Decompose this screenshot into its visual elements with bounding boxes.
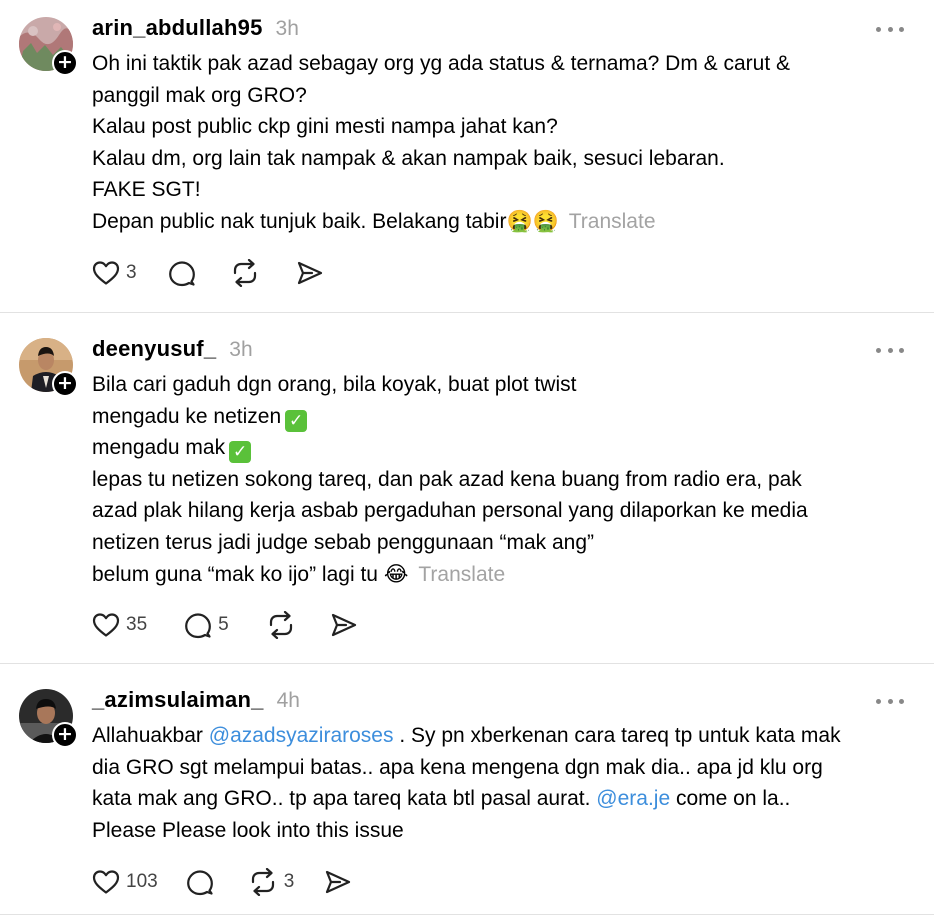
post-time: 3h xyxy=(229,338,253,361)
repost-button[interactable] xyxy=(230,258,260,288)
post-line-text: kata mak ang GRO.. tp apa tareq kata btl… xyxy=(92,787,597,811)
translate-link[interactable]: Translate xyxy=(418,563,505,586)
more-icon[interactable] xyxy=(876,345,904,355)
mention-link[interactable]: @era.je xyxy=(596,787,670,810)
post-line: lepas tu netizen sokong tareq, dan pak a… xyxy=(92,467,802,491)
like-button[interactable]: 3 xyxy=(92,258,137,288)
comment-icon xyxy=(168,261,195,287)
heart-icon xyxy=(92,613,120,637)
vomit-emoji: 🤮🤮 xyxy=(506,208,559,233)
repost-icon xyxy=(251,868,274,896)
action-bar: 35 5 xyxy=(92,610,358,640)
comment-icon xyxy=(186,870,213,896)
like-count: 103 xyxy=(126,871,158,892)
repost-button[interactable] xyxy=(266,610,296,640)
post-header: _azimsulaiman_ 4h xyxy=(92,687,300,713)
post-line: Kalau dm, org lain tak nampak & akan nam… xyxy=(92,146,725,170)
like-button[interactable]: 35 xyxy=(92,610,147,640)
post-line-text: . Sy pn xberkenan cara tareq tp untuk ka… xyxy=(393,724,841,747)
post-line-text: mengadu mak xyxy=(92,436,226,460)
post-line-last: belum guna “mak ko ijo” lagi tu 😂 Transla… xyxy=(92,559,914,591)
laughing-emoji: 😂 xyxy=(383,561,409,586)
like-button[interactable]: 103 xyxy=(92,867,158,897)
avatar[interactable]: + xyxy=(19,17,78,76)
post-line: belum guna “mak ko ijo” lagi tu xyxy=(92,562,378,586)
avatar[interactable]: + xyxy=(19,338,78,397)
check-mark-emoji: ✓ xyxy=(229,441,252,464)
action-bar: 3 xyxy=(92,258,324,288)
post: + arin_abdullah95 3h Oh ini taktik pak a… xyxy=(0,0,934,313)
avatar[interactable]: + xyxy=(19,689,78,748)
mention-link[interactable]: @azadsyaziraroses xyxy=(209,724,394,747)
username[interactable]: deenyusuf_ xyxy=(92,336,216,362)
post-line: Oh ini taktik pak azad sebagay org yg ad… xyxy=(92,52,791,75)
follow-plus-icon[interactable]: + xyxy=(52,722,78,748)
heart-icon xyxy=(92,870,120,894)
post-line: mengadu ke netizen ✓ xyxy=(92,401,914,433)
post-line: mengadu mak ✓ xyxy=(92,432,914,464)
post-text: Allahuakbar @azadsyaziraroses . Sy pn xb… xyxy=(92,720,914,846)
share-icon xyxy=(326,870,351,894)
repost-icon xyxy=(233,259,256,287)
post-line: Depan public nak tunjuk baik. Belakang t… xyxy=(92,209,507,233)
reply-button[interactable]: 5 xyxy=(184,610,229,640)
username[interactable]: arin_abdullah95 xyxy=(92,15,263,41)
post-time: 3h xyxy=(275,17,299,40)
repost-icon xyxy=(269,611,292,639)
action-bar: 103 3 xyxy=(92,867,352,897)
more-icon[interactable] xyxy=(876,696,904,706)
comment-icon xyxy=(185,613,212,639)
post-time: 4h xyxy=(276,689,300,712)
share-button[interactable] xyxy=(324,867,352,897)
share-button[interactable] xyxy=(296,258,324,288)
heart-icon xyxy=(92,261,120,285)
post-line-text: come on la.. xyxy=(670,787,791,811)
post-line-text: Allahuakbar xyxy=(92,724,209,747)
post-line: dia GRO sgt melampui batas.. apa kena me… xyxy=(92,755,823,779)
post-text: Bila cari gaduh dgn orang, bila koyak, b… xyxy=(92,369,914,590)
like-count: 3 xyxy=(126,262,137,283)
post-line: azad plak hilang kerja asbab pergaduhan … xyxy=(92,499,808,523)
post-line: Please Please look into this issue xyxy=(92,818,404,842)
post-line: kata mak ang GRO.. tp apa tareq kata btl… xyxy=(92,783,914,815)
share-button[interactable] xyxy=(330,610,358,640)
post-header: deenyusuf_ 3h xyxy=(92,336,253,362)
like-count: 35 xyxy=(126,614,148,635)
repost-count: 3 xyxy=(283,871,295,892)
share-icon xyxy=(331,613,356,637)
reply-count: 5 xyxy=(218,614,229,635)
post-line: netizen terus jadi judge sebab penggunaa… xyxy=(92,530,595,554)
post-line-text: mengadu ke netizen xyxy=(92,404,282,428)
check-mark-emoji: ✓ xyxy=(285,409,308,432)
post: + deenyusuf_ 3h Bila cari gaduh dgn oran… xyxy=(0,313,934,664)
translate-link[interactable]: Translate xyxy=(569,210,656,233)
post-header: arin_abdullah95 3h xyxy=(92,15,299,41)
follow-plus-icon[interactable]: + xyxy=(52,371,78,397)
reply-button[interactable] xyxy=(168,258,196,288)
follow-plus-icon[interactable]: + xyxy=(52,50,78,76)
repost-button[interactable]: 3 xyxy=(248,867,295,897)
post-line: FAKE SGT! xyxy=(92,178,201,202)
post-line: Kalau post public ckp gini mesti nampa j… xyxy=(92,115,558,139)
username[interactable]: _azimsulaiman_ xyxy=(92,687,264,713)
post-line-last: Depan public nak tunjuk baik. Belakang t… xyxy=(92,206,914,238)
more-icon[interactable] xyxy=(876,24,904,34)
share-icon xyxy=(297,261,322,285)
post-line: Allahuakbar @azadsyaziraroses . Sy pn xb… xyxy=(92,720,914,752)
post-text: Oh ini taktik pak azad sebagay org yg ad… xyxy=(92,48,914,238)
reply-button[interactable] xyxy=(186,867,214,897)
post-line: Bila cari gaduh dgn orang, bila koyak, b… xyxy=(92,373,577,396)
post: + _azimsulaiman_ 4h Allahuakbar @azadsya… xyxy=(0,664,934,915)
post-line: panggil mak org GRO? xyxy=(92,83,307,107)
